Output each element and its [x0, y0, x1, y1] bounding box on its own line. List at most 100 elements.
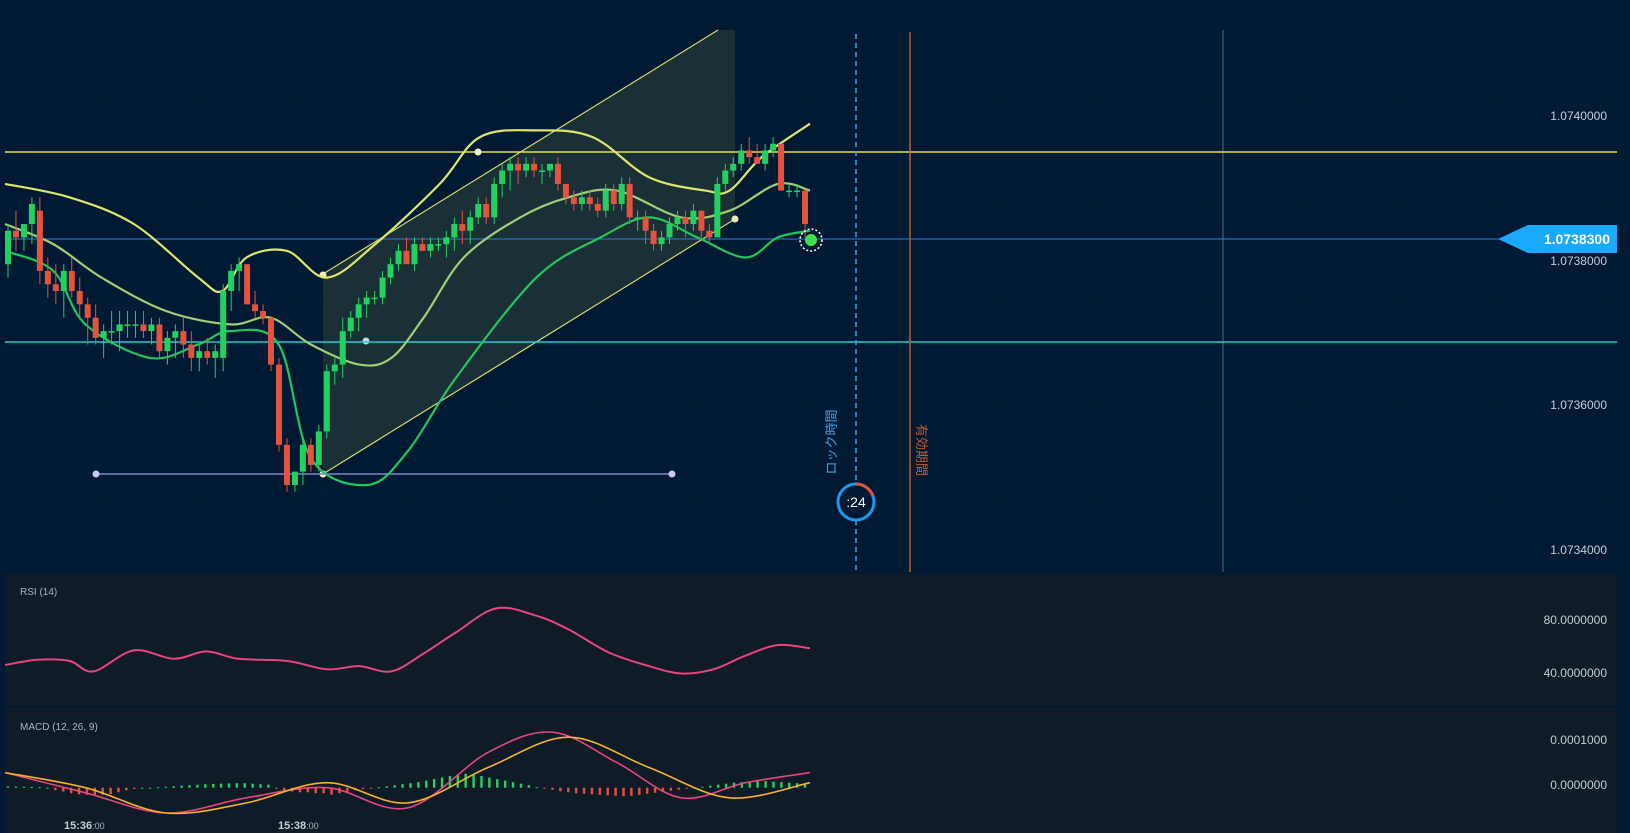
candle-body: [411, 244, 418, 265]
candle-body: [602, 190, 609, 211]
macd-histogram-bar: [527, 785, 531, 788]
candle-body: [650, 230, 657, 245]
candle-body: [387, 264, 394, 278]
macd-histogram-bar: [559, 787, 562, 792]
macd-histogram-bar: [314, 787, 317, 794]
macd-histogram-bar: [543, 787, 546, 789]
price-tick-3: 1.0736000: [1550, 398, 1607, 412]
candle: [323, 364, 330, 439]
countdown-timer: :24: [836, 482, 876, 522]
macd-histogram-bar: [125, 787, 128, 791]
candle-body: [610, 190, 617, 204]
macd-panel[interactable]: MACD (12, 26, 9) 0.0001000 0.0000000: [4, 708, 1617, 833]
candle-body: [770, 143, 777, 151]
candle-body: [331, 364, 338, 372]
price-tick-1: 1.0740000: [1550, 109, 1607, 123]
candle-body: [244, 264, 251, 305]
candle-body: [762, 150, 769, 164]
macd-histogram-bar: [117, 787, 120, 793]
rsi-panel[interactable]: RSI (14) 80.0000000 40.0000000: [4, 574, 1617, 706]
yellow-line-handle[interactable]: [474, 148, 482, 156]
candle-body: [467, 217, 474, 231]
candle-body: [116, 324, 123, 332]
macd-histogram-bar: [361, 787, 365, 789]
trading-chart[interactable]: ロック時間 有効期間 :24 1.0740000 1.0738000 1.073…: [0, 0, 1630, 833]
candle-body: [674, 217, 681, 225]
candle-body: [204, 351, 211, 358]
channel-handle-right[interactable]: [731, 215, 739, 223]
macd-histogram-bar: [677, 787, 680, 790]
macd-histogram-bar: [780, 782, 783, 788]
candle: [714, 177, 721, 238]
candle-body: [419, 244, 426, 251]
candle-body: [124, 324, 131, 326]
channel-handle-mid[interactable]: [362, 337, 370, 345]
main-panel[interactable]: ロック時間 有効期間 :24 1.0740000 1.0738000 1.073…: [4, 29, 1617, 572]
macd-histogram-bar: [772, 781, 775, 788]
macd-histogram-bar: [425, 780, 428, 788]
price-tick-2: 1.0738000: [1550, 254, 1607, 268]
macd-histogram-bar: [322, 787, 325, 794]
segment-handle-right[interactable]: [668, 470, 676, 478]
candle-body: [578, 197, 585, 204]
macd-histogram-bar: [275, 787, 278, 789]
segment-handle-left[interactable]: [92, 470, 100, 478]
macd-histogram-bar: [109, 787, 112, 795]
macd-histogram-bar: [393, 785, 396, 788]
macd-histogram-bar: [180, 785, 183, 788]
candle-body: [52, 284, 59, 291]
macd-histogram-bar: [148, 787, 152, 789]
macd-histogram-bar: [614, 787, 617, 796]
candle-body: [722, 170, 729, 184]
macd-histogram-bar: [346, 787, 349, 792]
macd-histogram-bar: [756, 781, 759, 788]
candle: [244, 264, 251, 305]
macd-histogram-bar: [38, 787, 41, 789]
candle-body: [180, 331, 187, 345]
candle-body: [554, 163, 561, 184]
macd-histogram-bar: [598, 787, 602, 795]
macd-histogram-bar: [472, 774, 475, 788]
macd-histogram-bar: [401, 784, 404, 788]
macd-histogram-bar: [645, 787, 649, 794]
macd-tick-1: 0.0001000: [1550, 733, 1607, 747]
macd-histogram-bar: [227, 783, 231, 788]
candle-body: [339, 331, 346, 365]
macd-panel-bg: [5, 708, 1617, 833]
macd-histogram-bar: [685, 787, 688, 789]
macd-histogram-bar: [235, 783, 239, 788]
candle-body: [315, 431, 322, 465]
time-tick-1: 15:36:00: [64, 820, 105, 832]
timer-text: :24: [846, 494, 866, 510]
macd-histogram-bar: [503, 780, 507, 788]
macd-histogram-bar: [267, 784, 270, 788]
candle: [275, 357, 282, 452]
candle-body: [347, 317, 354, 332]
macd-histogram-bar: [582, 787, 586, 794]
candle-body: [546, 163, 553, 171]
candle-body: [451, 224, 458, 238]
macd-histogram-bar: [385, 786, 388, 788]
macd-histogram-bar: [551, 787, 554, 790]
candle-body: [283, 444, 290, 486]
expiry-label: 有効期間: [913, 424, 928, 476]
candle-body: [403, 250, 410, 265]
candle-body: [427, 244, 434, 251]
candle-body: [586, 197, 593, 204]
candle-body: [746, 150, 753, 158]
macd-histogram-bar: [14, 786, 18, 788]
candle: [268, 317, 275, 372]
macd-histogram-bar: [606, 787, 609, 796]
macd-histogram-bar: [409, 783, 412, 788]
candle-body: [268, 317, 275, 365]
candle-body: [220, 290, 227, 358]
macd-histogram-bar: [701, 786, 704, 788]
candle-body: [594, 203, 601, 211]
rsi-title: RSI (14): [20, 587, 57, 598]
candle-body: [355, 304, 362, 318]
candle-body: [682, 217, 689, 225]
macd-histogram-bar: [188, 785, 191, 788]
candle: [283, 438, 290, 492]
candle-body: [778, 143, 785, 191]
candle-body: [228, 270, 235, 291]
